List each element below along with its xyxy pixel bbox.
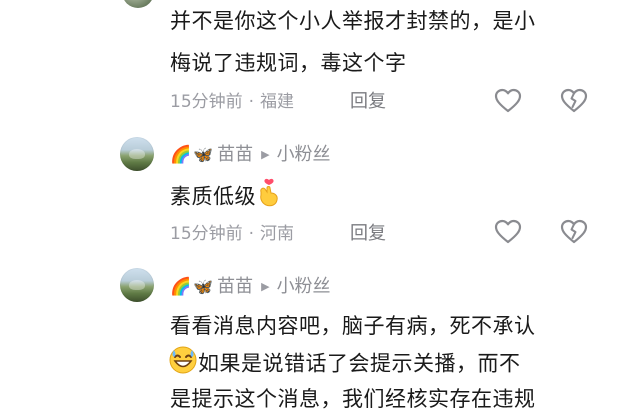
comment-location: 福建 [260,92,295,112]
comment-text: 素质低级 [170,178,282,217]
broken-heart-icon[interactable] [560,219,588,245]
comment-text-line: 看看消息内容吧，脑子有病，死不承认 [170,314,536,338]
butterfly-icon: 🦋 [193,145,214,164]
rainbow-icon: 🌈 [170,277,192,297]
broken-heart-icon[interactable] [560,88,588,114]
avatar[interactable] [120,268,154,302]
comment-text-line: 梅说了违规词，毒这个字 [170,51,407,75]
avatar[interactable] [122,0,154,8]
reply-button[interactable]: 回复 [350,222,386,246]
comment-text-line: 并不是你这个小人举报才封禁的，是小 [170,9,536,33]
reply-target-name[interactable]: 小粉丝 [277,143,331,167]
author-name[interactable]: 苗苗 [217,275,253,299]
heart-outline-icon[interactable] [494,219,522,245]
comment-text-content: 如果是说错话了会提示关播，而不 [198,351,521,376]
avatar[interactable] [120,137,154,171]
comment-time: 15分钟前 [170,224,243,244]
avatar-image [120,268,154,302]
finger-heart-icon [256,178,282,217]
reply-target-name[interactable]: 小粉丝 [277,275,331,299]
author-name[interactable]: 苗苗 [217,143,253,167]
comment-meta: 15分钟前 · 河南 [170,224,295,244]
comment-text-line: 是提示这个消息，我们经核实存在违规 [170,387,536,411]
comment-author-row: 🌈 🦋 苗苗 ▶ 小粉丝 [170,275,331,299]
triangle-right-icon: ▶ [261,280,270,293]
butterfly-icon: 🦋 [193,277,214,296]
rainbow-icon: 🌈 [170,145,192,165]
reply-button[interactable]: 回复 [350,90,386,114]
comment-text-content: 素质低级 [170,184,256,209]
triangle-right-icon: ▶ [261,148,270,161]
heart-outline-icon[interactable] [494,88,522,114]
comment-text-line: 如果是说错话了会提示关播，而不 [168,345,521,384]
comment-author-row: 🌈 🦋 苗苗 ▶ 小粉丝 [170,143,331,167]
comment-location: 河南 [260,224,295,244]
grinning-sweat-icon [168,345,198,384]
avatar-image [120,137,154,171]
comment-meta: 15分钟前 · 福建 [170,92,295,112]
comment-time: 15分钟前 [170,92,243,112]
